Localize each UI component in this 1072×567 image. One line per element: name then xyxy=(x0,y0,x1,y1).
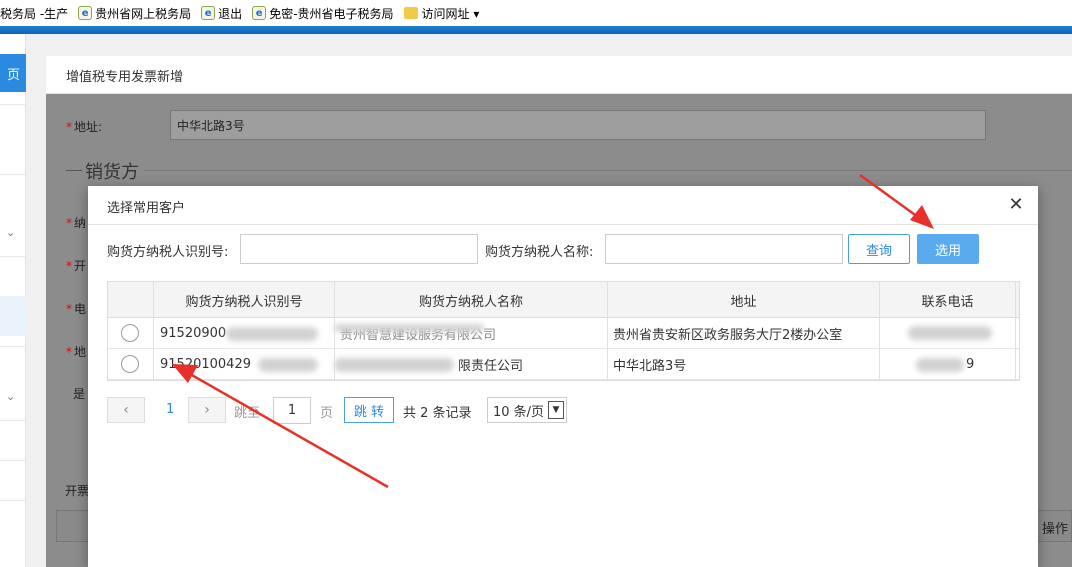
favorite-label: 访问网址 ▾ xyxy=(421,6,480,21)
cell-taxid: 91520900 xyxy=(160,325,227,341)
page-size-select[interactable]: 10 条/页 ▼ xyxy=(487,397,567,423)
redaction-mark xyxy=(916,358,964,372)
page-title: 增值税专用发票新增 xyxy=(66,70,184,85)
close-icon[interactable]: ✕ xyxy=(1006,194,1026,216)
sidebar-divider xyxy=(0,174,26,175)
seller-field-label: * 地 xyxy=(66,345,87,359)
address-field[interactable]: 中华北路3号 xyxy=(170,110,986,140)
prev-page-button[interactable]: ‹ xyxy=(107,397,145,423)
sidebar-item-home[interactable]: 页 xyxy=(0,54,26,92)
favorite-link-e-tax[interactable]: e 免密-贵州省电子税务局 xyxy=(252,5,394,22)
favorites-bar: 税务局 -生产 e 贵州省网上税务局 e 退出 e 免密-贵州省电子税务局 访问网址 … xyxy=(0,0,1072,26)
cell-name: 限责任公司 xyxy=(458,358,524,374)
table-row[interactable]: 91520900 贵州智慧建设服务有限公司 贵州省贵安新区政务服务大厅2楼办公室 xyxy=(108,318,1019,349)
dialog-title: 选择常用客户 xyxy=(107,201,186,216)
total-records-text: 共 2 条记录 xyxy=(403,406,472,421)
next-page-button[interactable]: › xyxy=(188,397,226,423)
section-divider xyxy=(66,170,82,171)
goto-label: 跳至 xyxy=(234,406,261,421)
address-label: * 地址: xyxy=(66,120,103,134)
customer-table: 购货方纳税人识别号 购货方纳税人名称 地址 联系电话 91520900 贵州智慧… xyxy=(107,281,1020,381)
sidebar: 页 ⌄ ⌄ xyxy=(0,34,26,567)
invoice-section-label: 开票 xyxy=(65,484,90,498)
column-header-address: 地址 xyxy=(730,294,757,310)
name-search-label: 购货方纳税人名称: xyxy=(485,245,594,260)
select-customer-dialog: 选择常用客户 ✕ 购货方纳税人识别号: 购货方纳税人名称: 查询 选用 购货方纳… xyxy=(88,186,1038,567)
sidebar-divider xyxy=(0,460,26,461)
cell-address: 贵州省贵安新区政务服务大厅2楼办公室 xyxy=(613,327,843,343)
redaction-mark xyxy=(258,358,318,372)
table-row[interactable]: 91520100429 限责任公司 中华北路3号 9 xyxy=(108,349,1019,380)
sidebar-divider xyxy=(0,500,26,501)
query-button[interactable]: 查询 xyxy=(848,234,910,264)
favorite-link-logout[interactable]: e 退出 xyxy=(201,5,242,22)
favorite-label: 退出 xyxy=(218,6,243,21)
folder-icon xyxy=(403,7,418,19)
column-divider xyxy=(607,282,608,380)
chevron-down-icon[interactable]: ⌄ xyxy=(6,226,15,239)
row-radio[interactable] xyxy=(121,355,139,373)
redaction-mark xyxy=(334,324,484,332)
favorite-label: 贵州省网上税务局 xyxy=(95,6,192,21)
column-header-taxid: 购货方纳税人识别号 xyxy=(185,294,303,310)
sidebar-item-selected[interactable] xyxy=(0,296,26,336)
column-divider xyxy=(879,282,880,380)
sidebar-divider xyxy=(0,104,26,105)
sidebar-divider xyxy=(0,256,26,257)
row-radio[interactable] xyxy=(121,324,139,342)
jump-button[interactable]: 跳 转 xyxy=(344,397,394,423)
column-divider xyxy=(1015,282,1016,380)
table-header: 购货方纳税人识别号 购货方纳税人名称 地址 联系电话 xyxy=(108,282,1019,318)
redaction-mark xyxy=(226,327,318,341)
dialog-header: 选择常用客户 ✕ xyxy=(88,186,1038,225)
page-unit-label: 页 xyxy=(320,406,334,421)
page-tab-bar: 增值税专用发票新增 xyxy=(46,56,1072,94)
name-search-input[interactable] xyxy=(605,234,843,264)
favorite-label: 免密-贵州省电子税务局 xyxy=(269,6,394,21)
ie-icon: e xyxy=(201,6,216,20)
current-page-number[interactable]: 1 xyxy=(166,402,174,417)
header-strip xyxy=(0,26,1072,34)
question-label: 是 xyxy=(73,387,86,401)
sidebar-divider xyxy=(0,346,26,347)
seller-field-label: * 开 xyxy=(66,259,87,273)
chevron-down-icon[interactable]: ⌄ xyxy=(6,390,15,403)
seller-field-label: * 电 xyxy=(66,302,87,316)
sidebar-divider xyxy=(0,420,26,421)
operation-column-header: 操作 xyxy=(1042,522,1069,537)
seller-section-title: 销货方 xyxy=(85,162,139,183)
cell-taxid: 91520100429 xyxy=(160,356,251,372)
page-size-value: 10 条/页 xyxy=(493,404,545,420)
column-divider xyxy=(153,282,154,380)
column-divider xyxy=(334,282,335,380)
taxid-search-label: 购货方纳税人识别号: xyxy=(107,245,229,260)
favorite-link-production[interactable]: 税务局 -生产 xyxy=(0,5,68,22)
favorite-label: 税务局 -生产 xyxy=(0,6,69,21)
ie-icon: e xyxy=(78,6,93,20)
cell-phone: 9 xyxy=(966,356,975,372)
taxid-search-input[interactable] xyxy=(240,234,478,264)
sidebar-home-label: 页 xyxy=(6,67,20,83)
cell-address: 中华北路3号 xyxy=(613,358,687,374)
favorite-folder-visit[interactable]: 访问网址 ▾ xyxy=(403,5,480,22)
favorite-link-online-tax[interactable]: e 贵州省网上税务局 xyxy=(78,5,191,22)
select-button[interactable]: 选用 xyxy=(917,234,979,264)
column-header-phone: 联系电话 xyxy=(921,294,974,310)
redaction-mark xyxy=(908,326,992,340)
section-divider xyxy=(144,170,1072,171)
redaction-mark xyxy=(334,358,454,372)
column-header-name: 购货方纳税人名称 xyxy=(418,294,523,310)
seller-field-label: * 纳 xyxy=(66,216,87,230)
page-number-input[interactable]: 1 xyxy=(273,397,311,424)
ie-icon: e xyxy=(252,6,267,20)
chevron-down-icon[interactable]: ▼ xyxy=(548,401,564,419)
